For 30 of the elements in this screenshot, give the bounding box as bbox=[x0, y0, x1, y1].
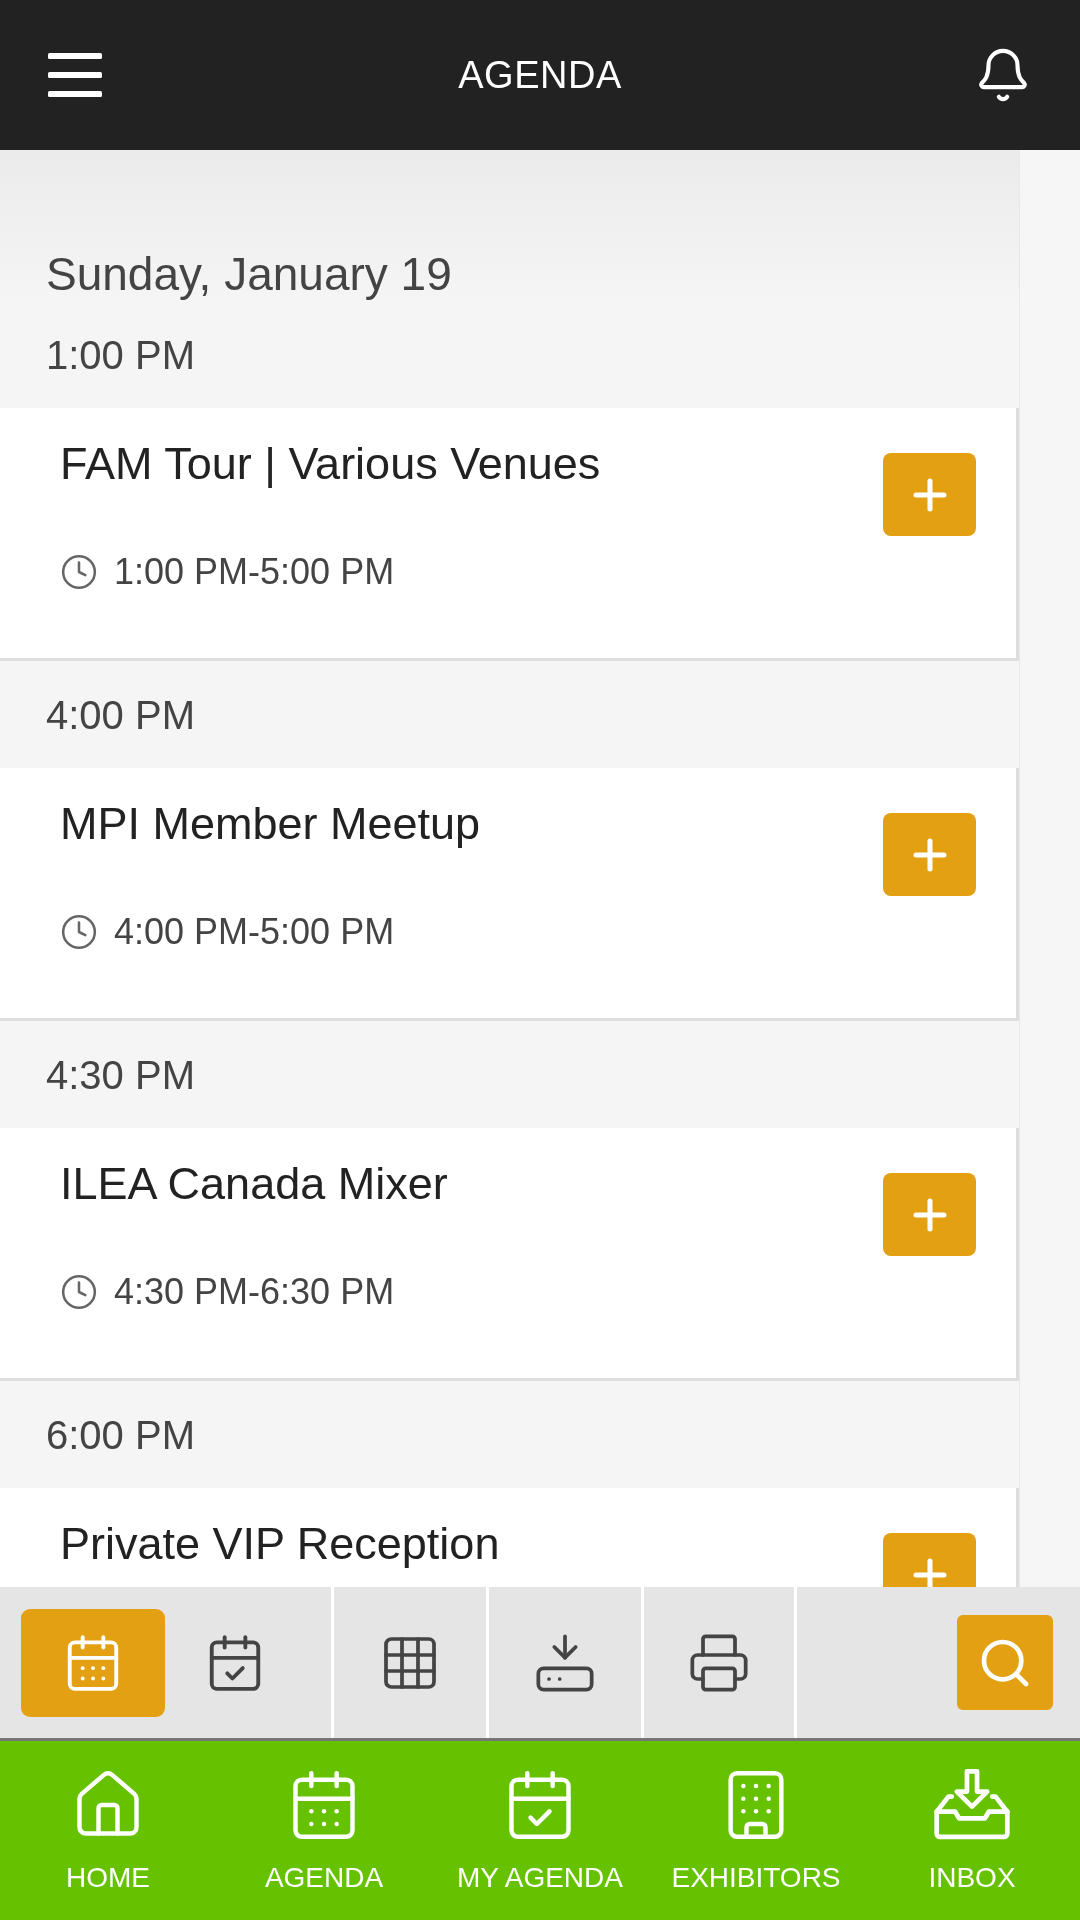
nav-item[interactable]: AGENDA bbox=[216, 1741, 432, 1920]
page-title: AGENDA bbox=[458, 52, 622, 98]
nav-item[interactable]: EXHIBITORS bbox=[648, 1741, 864, 1920]
clock-icon bbox=[60, 1273, 98, 1311]
plus-icon bbox=[912, 477, 947, 512]
session-time: 1:00 PM-5:00 PM bbox=[114, 550, 395, 594]
plus-icon bbox=[912, 1557, 947, 1587]
nav-item[interactable]: MY AGENDA bbox=[432, 1741, 648, 1920]
time-slot-label: 4:30 PM bbox=[46, 1051, 195, 1099]
clock-icon bbox=[60, 553, 98, 591]
session-card[interactable]: MPI Member Meetup 4:00 PM-5:00 PM bbox=[0, 768, 1019, 1021]
session-title: FAM Tour | Various Venues bbox=[60, 437, 601, 491]
plus-icon bbox=[912, 1197, 947, 1232]
session-time: 4:00 PM-5:00 PM bbox=[114, 910, 395, 954]
time-slot-label: 6:00 PM bbox=[46, 1411, 195, 1459]
date-heading: Sunday, January 19 bbox=[46, 247, 453, 301]
session-card[interactable]: FAM Tour | Various Venues 1:00 PM-5:00 PM bbox=[0, 408, 1019, 661]
session-time: 4:30 PM-6:30 PM bbox=[114, 1270, 395, 1314]
time-slot-label: 1:00 PM bbox=[46, 331, 195, 379]
session-card[interactable]: Private VIP Reception bbox=[0, 1488, 1019, 1587]
session-title: MPI Member Meetup bbox=[60, 797, 481, 851]
clock-icon bbox=[60, 913, 98, 951]
nav-item[interactable]: HOME bbox=[0, 1741, 216, 1920]
menu-icon[interactable] bbox=[48, 53, 102, 97]
nav-item[interactable]: INBOX bbox=[864, 1741, 1080, 1920]
plus-icon bbox=[912, 837, 947, 872]
session-card[interactable]: ILEA Canada Mixer 4:30 PM-6:30 PM bbox=[0, 1128, 1019, 1381]
session-title: ILEA Canada Mixer bbox=[60, 1157, 448, 1211]
session-title: Private VIP Reception bbox=[60, 1517, 500, 1571]
time-slot-label: 4:00 PM bbox=[46, 691, 195, 739]
